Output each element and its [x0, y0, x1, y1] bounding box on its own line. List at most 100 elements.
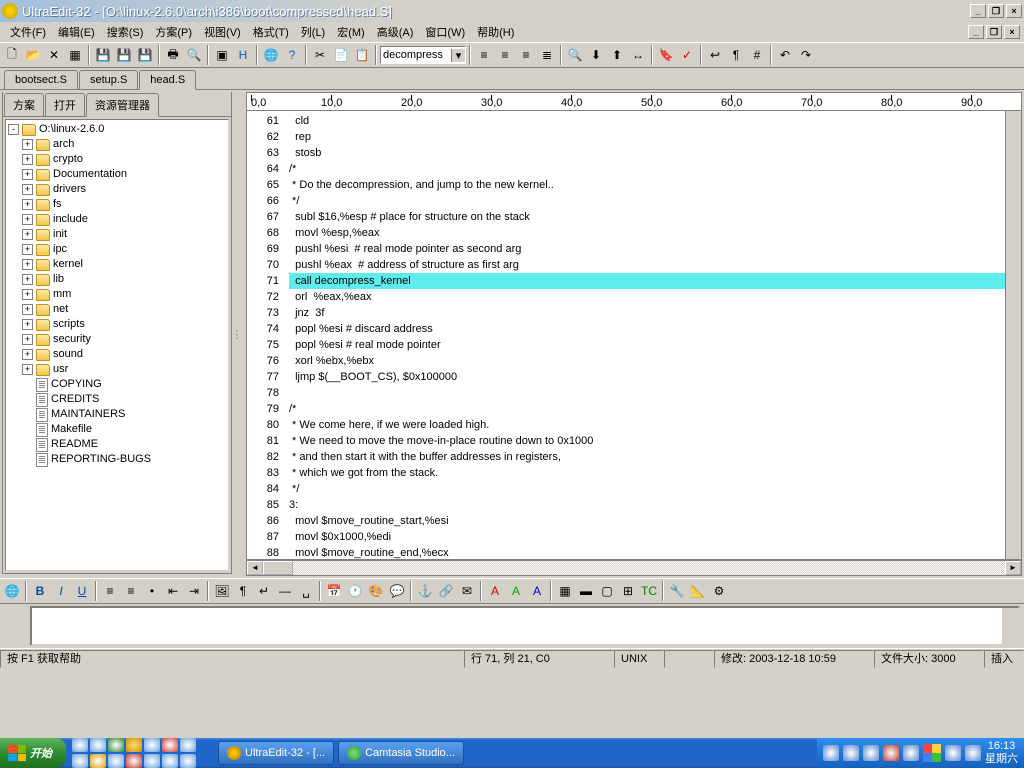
- tree-folder[interactable]: +security: [8, 332, 226, 347]
- help-icon[interactable]: ?: [282, 45, 302, 65]
- expand-icon[interactable]: -: [8, 124, 19, 135]
- row-icon[interactable]: ▬: [576, 581, 596, 601]
- save-all-icon[interactable]: 💾: [135, 45, 155, 65]
- paste-icon[interactable]: 📋: [352, 45, 372, 65]
- toggle-insert-icon[interactable]: ▣: [212, 45, 232, 65]
- menu-item[interactable]: 编辑(E): [52, 22, 101, 42]
- close-file-icon[interactable]: ✕: [44, 45, 64, 65]
- table-icon[interactable]: ▦: [555, 581, 575, 601]
- show-spaces-icon[interactable]: ¶: [726, 45, 746, 65]
- vertical-scrollbar[interactable]: [1005, 111, 1021, 559]
- expand-icon[interactable]: +: [22, 319, 33, 330]
- indent-icon[interactable]: ⇥: [184, 581, 204, 601]
- tree-folder[interactable]: +fs: [8, 197, 226, 212]
- expand-icon[interactable]: +: [22, 139, 33, 150]
- caption-icon[interactable]: TC: [639, 581, 659, 601]
- tree-folder[interactable]: +sound: [8, 347, 226, 362]
- h1-icon[interactable]: A: [485, 581, 505, 601]
- tree-file[interactable]: README: [8, 437, 226, 452]
- file-tab[interactable]: head.S: [139, 70, 196, 90]
- cut-icon[interactable]: ✂: [310, 45, 330, 65]
- tree-file[interactable]: Makefile: [8, 422, 226, 437]
- color-icon[interactable]: 🎨: [366, 581, 386, 601]
- menu-item[interactable]: 列(L): [295, 22, 331, 42]
- menu-item[interactable]: 搜索(S): [101, 22, 150, 42]
- print-preview-icon[interactable]: 🔍: [184, 45, 204, 65]
- file-tab[interactable]: setup.S: [79, 70, 138, 89]
- tool-c-icon[interactable]: ⚙: [709, 581, 729, 601]
- link-icon[interactable]: 🔗: [436, 581, 456, 601]
- menu-item[interactable]: 方案(P): [149, 22, 198, 42]
- ql-icon[interactable]: [180, 754, 196, 768]
- italic-icon[interactable]: I: [51, 581, 71, 601]
- tree-folder[interactable]: +ipc: [8, 242, 226, 257]
- list-item-icon[interactable]: •: [142, 581, 162, 601]
- expand-icon[interactable]: +: [22, 259, 33, 270]
- expand-icon[interactable]: +: [22, 214, 33, 225]
- spellcheck-icon[interactable]: ✓: [677, 45, 697, 65]
- redo-icon[interactable]: ↷: [796, 45, 816, 65]
- ql-icon[interactable]: [108, 754, 124, 768]
- tree-folder[interactable]: +net: [8, 302, 226, 317]
- scroll-right-icon[interactable]: ►: [1005, 561, 1021, 575]
- expand-icon[interactable]: +: [22, 364, 33, 375]
- tree-folder[interactable]: +mm: [8, 287, 226, 302]
- ql-icon[interactable]: [162, 738, 178, 752]
- file-tab[interactable]: bootsect.S: [4, 70, 78, 89]
- date-icon[interactable]: 📅: [324, 581, 344, 601]
- align-center-icon[interactable]: ≡: [495, 45, 515, 65]
- start-button[interactable]: 开始: [0, 738, 66, 768]
- horizontal-scrollbar[interactable]: ◄ ►: [246, 560, 1022, 576]
- tray-icon[interactable]: [823, 745, 839, 761]
- code-content[interactable]: cld rep stosb/* * Do the decompression, …: [285, 111, 1005, 559]
- ql-icon[interactable]: [144, 754, 160, 768]
- bookmark-icon[interactable]: 🔖: [656, 45, 676, 65]
- taskbar-task[interactable]: Camtasia Studio...: [338, 741, 464, 765]
- menu-item[interactable]: 文件(F): [4, 22, 52, 42]
- web-search-icon[interactable]: 🌐: [261, 45, 281, 65]
- sidebar-tab[interactable]: 打开: [45, 93, 85, 116]
- tree-folder[interactable]: +kernel: [8, 257, 226, 272]
- file-tree[interactable]: -O:\linux-2.6.0+arch+crypto+Documentatio…: [5, 119, 229, 571]
- ordered-list-icon[interactable]: ≡: [100, 581, 120, 601]
- html-toolbar-icon[interactable]: 🌐: [2, 581, 22, 601]
- expand-icon[interactable]: +: [22, 274, 33, 285]
- find-prev-icon[interactable]: ⬆: [607, 45, 627, 65]
- image-icon[interactable]: 🖼: [212, 581, 232, 601]
- tree-file[interactable]: REPORTING-BUGS: [8, 452, 226, 467]
- tree-folder[interactable]: +drivers: [8, 182, 226, 197]
- tree-folder[interactable]: +scripts: [8, 317, 226, 332]
- mailto-icon[interactable]: ✉: [457, 581, 477, 601]
- mdi-restore-button[interactable]: ❐: [986, 25, 1002, 39]
- tray-icon[interactable]: [965, 745, 981, 761]
- find-icon[interactable]: 🔍: [565, 45, 585, 65]
- close-button[interactable]: ×: [1006, 4, 1022, 18]
- taskbar-clock[interactable]: 16:13 星期六: [985, 740, 1018, 766]
- menu-item[interactable]: 窗口(W): [419, 22, 471, 42]
- outdent-icon[interactable]: ⇤: [163, 581, 183, 601]
- tree-folder[interactable]: +usr: [8, 362, 226, 377]
- tree-folder[interactable]: -O:\linux-2.6.0: [8, 122, 226, 137]
- minimize-button[interactable]: _: [970, 4, 986, 18]
- expand-icon[interactable]: +: [22, 229, 33, 240]
- open-file-icon[interactable]: 📂: [23, 45, 43, 65]
- mdi-close-button[interactable]: ×: [1004, 25, 1020, 39]
- line-numbers-icon[interactable]: #: [747, 45, 767, 65]
- expand-icon[interactable]: +: [22, 184, 33, 195]
- find-input[interactable]: [381, 49, 451, 61]
- bold-icon[interactable]: B: [30, 581, 50, 601]
- tree-file[interactable]: CREDITS: [8, 392, 226, 407]
- scroll-thumb[interactable]: [263, 561, 293, 575]
- tree-folder[interactable]: +lib: [8, 272, 226, 287]
- tree-file[interactable]: MAINTAINERS: [8, 407, 226, 422]
- tree-folder[interactable]: +include: [8, 212, 226, 227]
- expand-icon[interactable]: +: [22, 304, 33, 315]
- ql-icon[interactable]: [162, 754, 178, 768]
- new-file-icon[interactable]: 🗋: [2, 45, 22, 65]
- ql-icon[interactable]: [126, 754, 142, 768]
- projects-icon[interactable]: ▦: [65, 45, 85, 65]
- hex-mode-icon[interactable]: H: [233, 45, 253, 65]
- merge-icon[interactable]: ⊞: [618, 581, 638, 601]
- menu-item[interactable]: 视图(V): [198, 22, 247, 42]
- scroll-left-icon[interactable]: ◄: [247, 561, 263, 575]
